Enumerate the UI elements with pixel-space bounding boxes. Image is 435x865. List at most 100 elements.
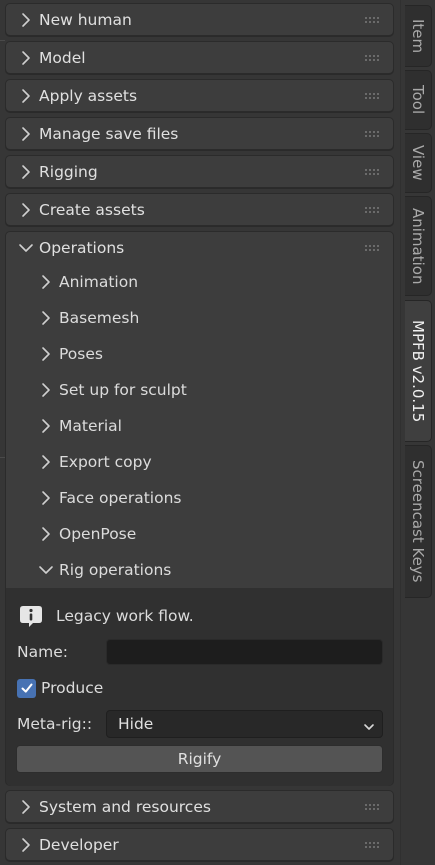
subpanel-title: Export copy bbox=[59, 453, 152, 471]
chevron-right-icon bbox=[38, 454, 54, 470]
subpanel-material[interactable]: Material bbox=[6, 408, 393, 444]
metarig-dropdown[interactable]: Hide bbox=[106, 710, 383, 738]
subpanel-title: OpenPose bbox=[59, 525, 137, 543]
chevron-right-icon bbox=[18, 88, 34, 104]
chevron-right-icon bbox=[18, 12, 34, 28]
chevron-right-icon bbox=[38, 346, 54, 362]
subpanel-set-up-for-sculpt[interactable]: Set up for sculpt bbox=[6, 372, 393, 408]
subpanel-title: Face operations bbox=[59, 489, 182, 507]
panel-model: Model bbox=[5, 41, 394, 74]
name-field[interactable] bbox=[106, 639, 383, 665]
subpanel-title: Poses bbox=[59, 345, 103, 363]
chevron-right-icon bbox=[38, 310, 54, 326]
chevron-right-icon bbox=[18, 164, 34, 180]
chevron-right-icon bbox=[18, 837, 34, 853]
subpanel-title: Material bbox=[59, 417, 122, 435]
subpanel-title: Rig operations bbox=[59, 561, 172, 579]
chevron-right-icon bbox=[38, 418, 54, 434]
drag-handle-icon[interactable] bbox=[364, 54, 380, 62]
panel-header-new-human[interactable]: New human bbox=[6, 4, 393, 36]
subpanel-animation[interactable]: Animation bbox=[6, 264, 393, 300]
panel-header-manage-save-files[interactable]: Manage save files bbox=[6, 118, 393, 150]
info-text: Legacy work flow. bbox=[56, 607, 194, 625]
rigify-button[interactable]: Rigify bbox=[16, 745, 383, 773]
panel-title: Developer bbox=[39, 836, 119, 854]
panel-developer: Developer bbox=[5, 828, 394, 861]
region-divider bbox=[400, 0, 401, 865]
panel-header-rigging[interactable]: Rigging bbox=[6, 156, 393, 188]
panel-operations: Operations Animation Basemesh Poses Set … bbox=[5, 231, 394, 786]
info-row: Legacy work flow. bbox=[16, 598, 383, 634]
produce-row: Produce bbox=[16, 670, 383, 706]
panel-manage-save-files: Manage save files bbox=[5, 117, 394, 150]
drag-handle-icon[interactable] bbox=[364, 130, 380, 138]
panel-title: New human bbox=[39, 11, 132, 29]
chevron-down-icon bbox=[18, 240, 34, 256]
info-icon bbox=[18, 603, 44, 629]
metarig-selected-value: Hide bbox=[118, 715, 154, 733]
subpanel-basemesh[interactable]: Basemesh bbox=[6, 300, 393, 336]
panel-system-and-resources: System and resources bbox=[5, 790, 394, 823]
panel-header-developer[interactable]: Developer bbox=[6, 829, 393, 861]
chevron-right-icon bbox=[38, 274, 54, 290]
panel-apply-assets: Apply assets bbox=[5, 79, 394, 112]
tab-view[interactable]: View bbox=[405, 133, 432, 193]
panel-header-model[interactable]: Model bbox=[6, 42, 393, 74]
subpanel-title: Basemesh bbox=[59, 309, 140, 327]
tab-screencast-keys[interactable]: Screencast Keys bbox=[405, 445, 432, 598]
drag-handle-icon[interactable] bbox=[364, 206, 380, 214]
subpanel-title: Animation bbox=[59, 273, 139, 291]
tab-item[interactable]: Item bbox=[405, 5, 432, 67]
tab-animation[interactable]: Animation bbox=[405, 196, 432, 296]
drag-handle-icon[interactable] bbox=[364, 841, 380, 849]
panel-title: Model bbox=[39, 49, 86, 67]
metarig-row: Meta-rig:: Hide bbox=[16, 706, 383, 742]
drag-handle-icon[interactable] bbox=[364, 803, 380, 811]
rigify-row: Rigify bbox=[16, 742, 383, 776]
drag-handle-icon[interactable] bbox=[364, 16, 380, 24]
chevron-right-icon bbox=[38, 526, 54, 542]
subpanel-title: Set up for sculpt bbox=[59, 381, 187, 399]
tab-label: Tool bbox=[409, 85, 427, 115]
tab-label: Screencast Keys bbox=[409, 460, 427, 583]
panel-title: Apply assets bbox=[39, 87, 138, 105]
chevron-right-icon bbox=[18, 202, 34, 218]
chevron-right-icon bbox=[18, 126, 34, 142]
checkmark-icon bbox=[21, 683, 32, 693]
panel-title: Rigging bbox=[39, 163, 98, 181]
subpanel-openpose[interactable]: OpenPose bbox=[6, 516, 393, 552]
drag-handle-icon[interactable] bbox=[364, 92, 380, 100]
tab-label: MPFB v2.0.15 bbox=[409, 319, 427, 423]
chevron-down-icon bbox=[38, 562, 54, 578]
tab-label: Animation bbox=[409, 207, 427, 285]
chevron-right-icon bbox=[38, 490, 54, 506]
metarig-label: Meta-rig:: bbox=[17, 715, 93, 733]
name-row: Name: bbox=[16, 634, 383, 670]
chevron-right-icon bbox=[18, 50, 34, 66]
rig-operations-body: Legacy work flow. Name: Produce Meta-rig… bbox=[6, 588, 393, 786]
panel-title: Create assets bbox=[39, 201, 145, 219]
panel-header-operations[interactable]: Operations bbox=[6, 232, 393, 264]
tab-label: Item bbox=[409, 18, 427, 54]
subpanel-export-copy[interactable]: Export copy bbox=[6, 444, 393, 480]
subpanel-face-operations[interactable]: Face operations bbox=[6, 480, 393, 516]
name-label: Name: bbox=[17, 643, 68, 661]
chevron-right-icon bbox=[38, 382, 54, 398]
drag-handle-icon[interactable] bbox=[364, 244, 380, 252]
panel-header-system-and-resources[interactable]: System and resources bbox=[6, 791, 393, 823]
tab-tool[interactable]: Tool bbox=[405, 70, 432, 130]
drag-handle-icon[interactable] bbox=[364, 168, 380, 176]
panel-header-apply-assets[interactable]: Apply assets bbox=[6, 80, 393, 112]
panel-title: Manage save files bbox=[39, 125, 179, 143]
tab-mpfb[interactable]: MPFB v2.0.15 bbox=[405, 300, 432, 442]
subpanel-rig-operations[interactable]: Rig operations bbox=[6, 552, 393, 588]
produce-checkbox[interactable] bbox=[17, 678, 36, 698]
produce-label[interactable]: Produce bbox=[41, 679, 103, 697]
panel-header-create-assets[interactable]: Create assets bbox=[6, 194, 393, 226]
subpanel-poses[interactable]: Poses bbox=[6, 336, 393, 372]
viewport-grid-line bbox=[0, 40, 5, 41]
chevron-right-icon bbox=[18, 799, 34, 815]
tab-label: View bbox=[409, 145, 427, 181]
panel-rigging: Rigging bbox=[5, 155, 394, 188]
panel-title: System and resources bbox=[39, 798, 211, 816]
